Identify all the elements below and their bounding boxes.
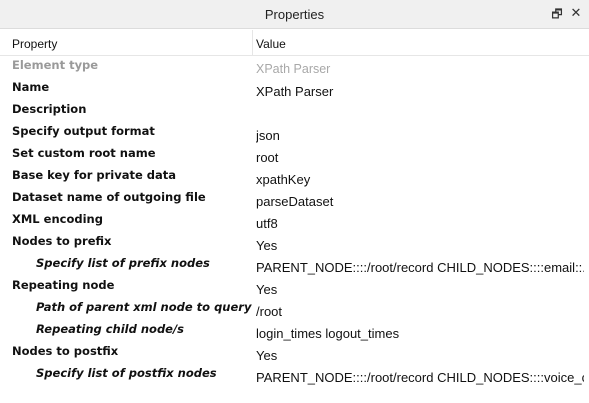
property-name: Repeating node	[12, 278, 115, 292]
property-row[interactable]: Specify list of prefix nodes PARENT_NODE:…	[0, 254, 589, 276]
property-value[interactable]: parseDataset	[256, 194, 584, 209]
property-value[interactable]: /root	[256, 304, 584, 319]
property-value[interactable]: login_times logout_times	[256, 326, 584, 341]
property-row[interactable]: Repeating node Yes	[0, 276, 589, 298]
property-row[interactable]: Nodes to prefix Yes	[0, 232, 589, 254]
property-name: Element type	[12, 58, 99, 72]
restore-window-icon[interactable]: 🗗	[549, 5, 565, 23]
column-header-property[interactable]: Property	[12, 37, 57, 51]
property-value[interactable]: xpathKey	[256, 172, 584, 187]
property-value[interactable]: Yes	[256, 238, 584, 253]
panel-titlebar: Properties 🗗 ✕	[0, 0, 589, 29]
property-row[interactable]: Description	[0, 100, 589, 122]
close-icon[interactable]: ✕	[568, 5, 584, 23]
column-header-value[interactable]: Value	[256, 37, 286, 51]
column-divider[interactable]	[252, 30, 253, 56]
property-row[interactable]: Base key for private data xpathKey	[0, 166, 589, 188]
property-name: Name	[12, 80, 50, 94]
property-row[interactable]: Element type XPath Parser	[0, 56, 589, 78]
property-name: Set custom root name	[12, 146, 156, 160]
property-value[interactable]: Yes	[256, 282, 584, 297]
property-row[interactable]: Dataset name of outgoing file parseDatase…	[0, 188, 589, 210]
table-header: Property Value	[0, 30, 589, 56]
property-value: XPath Parser	[256, 62, 331, 76]
property-value[interactable]: PARENT_NODE::::/root/record CHILD_NODES:…	[256, 370, 584, 385]
property-name: Nodes to postfix	[12, 344, 119, 358]
property-value[interactable]: root	[256, 150, 584, 165]
property-name: XML encoding	[12, 212, 103, 226]
property-value[interactable]: PARENT_NODE::::/root/record CHILD_NODES:…	[256, 260, 584, 275]
property-name: Repeating child node/s	[36, 322, 185, 336]
property-row[interactable]: Specify list of postfix nodes PARENT_NODE…	[0, 364, 589, 386]
property-value[interactable]: Yes	[256, 348, 584, 363]
property-name: Specify list of prefix nodes	[36, 256, 210, 270]
panel-title: Properties	[264, 7, 325, 22]
property-name: Base key for private data	[12, 168, 177, 182]
property-row[interactable]: Set custom root name root	[0, 144, 589, 166]
property-row[interactable]: Nodes to postfix Yes	[0, 342, 589, 364]
property-value[interactable]: json	[256, 128, 584, 143]
property-row[interactable]: XML encoding utf8	[0, 210, 589, 232]
property-name: Dataset name of outgoing file	[12, 190, 206, 204]
property-name: Nodes to prefix	[12, 234, 112, 248]
property-list: Element type XPath Parser Name XPath Parser…	[0, 56, 589, 386]
property-name: Specify list of postfix nodes	[36, 366, 217, 380]
property-row[interactable]: Specify output format json	[0, 122, 589, 144]
property-value[interactable]: XPath Parser	[256, 84, 584, 99]
property-value[interactable]: utf8	[256, 216, 584, 231]
property-row[interactable]: Repeating child node/s login_times logout…	[0, 320, 589, 342]
property-name: Description	[12, 102, 87, 116]
property-name: Path of parent xml node to query	[36, 300, 252, 314]
property-row[interactable]: Name XPath Parser	[0, 78, 589, 100]
property-row[interactable]: Path of parent xml node to query/root	[0, 298, 589, 320]
property-name: Specify output format	[12, 124, 155, 138]
